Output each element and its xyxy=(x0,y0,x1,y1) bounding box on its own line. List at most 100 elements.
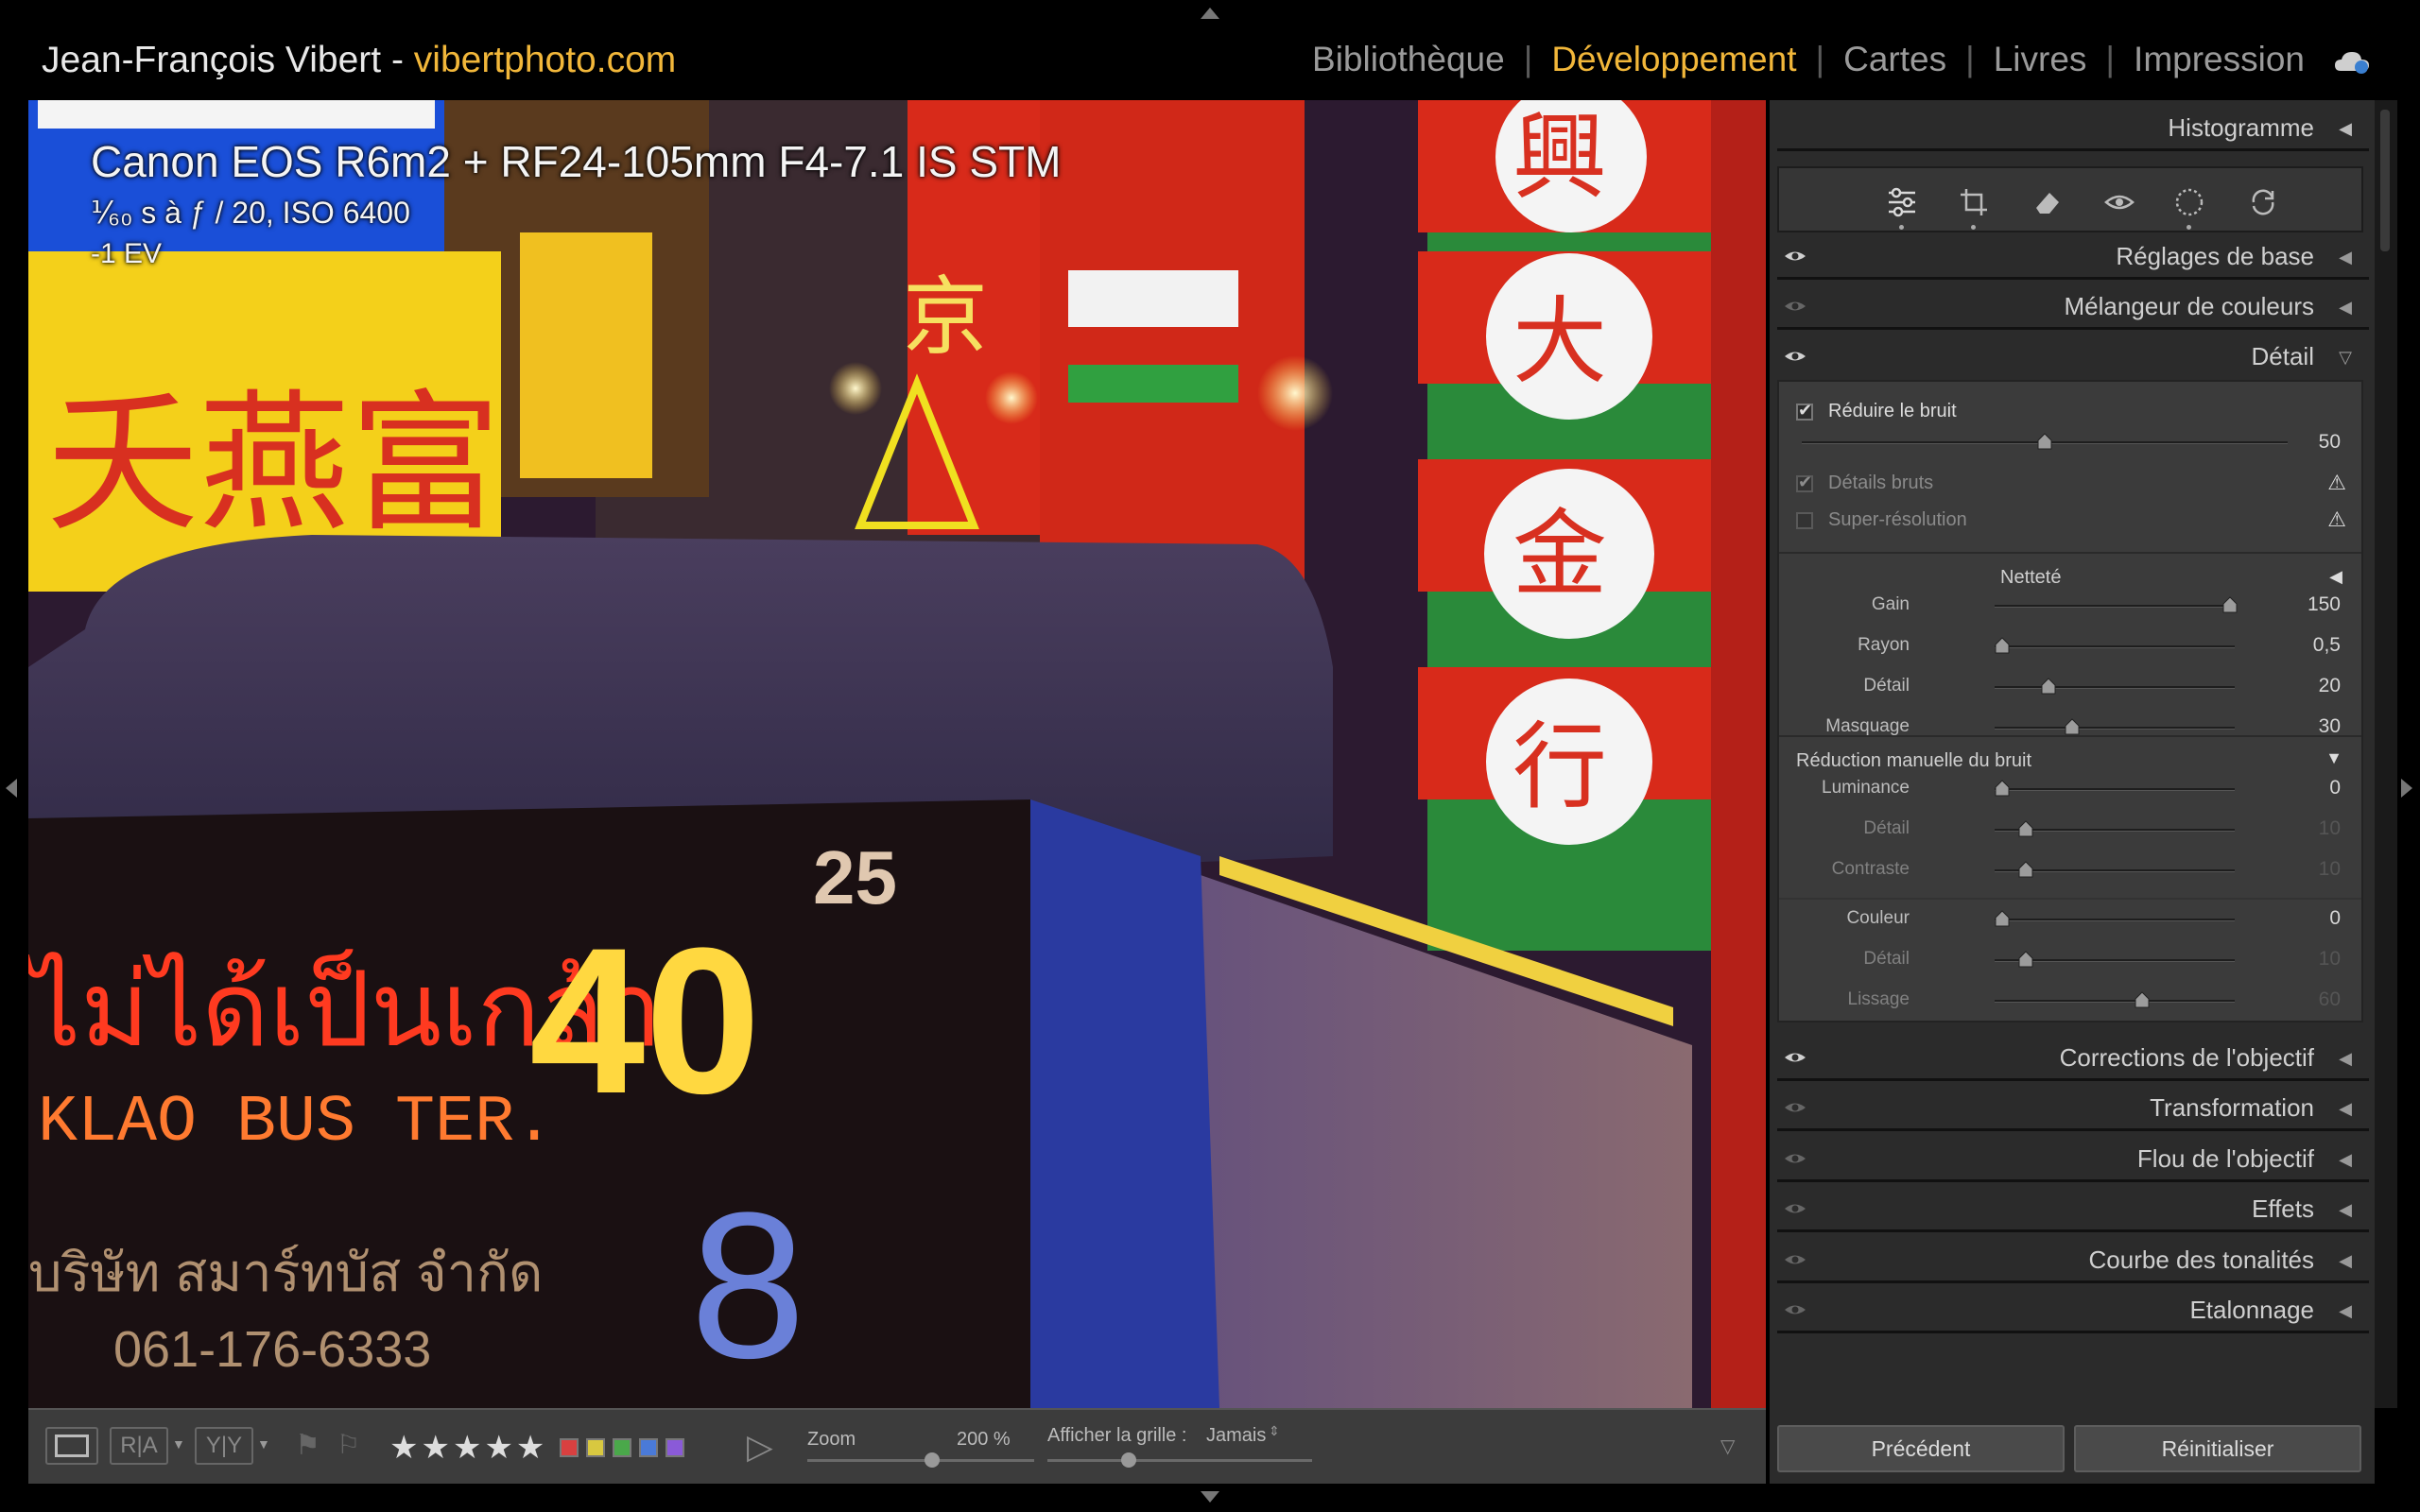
eye-icon[interactable] xyxy=(1783,344,1807,369)
luminance-nr-slider-thumb[interactable] xyxy=(1995,780,2010,797)
warning-icon[interactable]: ⚠ xyxy=(2327,507,2346,532)
color-nr-value[interactable]: 10 xyxy=(2265,948,2341,971)
color-nr-slider-thumb[interactable] xyxy=(2018,951,2033,968)
module-print[interactable]: Impression xyxy=(2134,40,2305,79)
denoise-value[interactable]: 50 xyxy=(2265,431,2341,454)
sharpening-slider-thumb[interactable] xyxy=(2222,596,2238,613)
sharpening-slider-thumb[interactable] xyxy=(2065,718,2080,735)
section-effects[interactable]: Effets ◀ xyxy=(1770,1185,2375,1234)
scrollbar-thumb[interactable] xyxy=(2380,110,2390,251)
luminance-nr-slider-track[interactable] xyxy=(1995,820,2235,837)
sharpening-slider-thumb[interactable] xyxy=(2041,678,2056,695)
sharpening-slider-track[interactable] xyxy=(1995,678,2235,695)
luminance-nr-slider-track[interactable] xyxy=(1995,780,2235,797)
section-basic[interactable]: Réglages de base ◀ xyxy=(1770,232,2375,282)
chevron-down-icon[interactable]: ▼ xyxy=(172,1436,185,1452)
module-book[interactable]: Livres xyxy=(1994,40,2087,79)
sharpening-value[interactable]: 0,5 xyxy=(2265,634,2341,657)
sharpening-slider-track[interactable] xyxy=(1995,637,2235,654)
luminance-nr-value[interactable]: 10 xyxy=(2265,858,2341,881)
section-detail[interactable]: Détail ▽ xyxy=(1770,333,2375,382)
crop-icon[interactable] xyxy=(1957,185,1991,230)
sharpening-slider-track[interactable] xyxy=(1995,596,2238,613)
luminance-nr-slider-thumb[interactable] xyxy=(2018,820,2033,837)
super-resolution-row[interactable]: Super-résolution xyxy=(1796,509,1967,531)
super-resolution-checkbox[interactable] xyxy=(1796,511,1813,529)
section-color-mixer[interactable]: Mélangeur de couleurs ◀ xyxy=(1770,283,2375,332)
grid-size-slider-thumb[interactable] xyxy=(1121,1452,1136,1468)
color-label-red[interactable] xyxy=(560,1438,579,1457)
bottom-panel-toggle-icon[interactable] xyxy=(1201,1491,1219,1503)
color-nr-slider-thumb[interactable] xyxy=(2135,991,2150,1008)
reset-button[interactable]: Réinitialiser xyxy=(2074,1425,2361,1472)
before-after-lr-button[interactable]: R|A xyxy=(110,1427,168,1465)
eraser-icon[interactable] xyxy=(2031,185,2065,219)
edit-sliders-icon[interactable] xyxy=(1885,185,1919,230)
eye-icon[interactable] xyxy=(1783,1146,1807,1171)
sharpening-slider-track[interactable] xyxy=(1995,718,2235,735)
flag-icon[interactable]: ⚑ xyxy=(295,1429,320,1462)
color-label-yellow[interactable] xyxy=(586,1438,605,1457)
manual-nr-expand-icon[interactable]: ▼ xyxy=(2325,748,2342,768)
color-nr-slider-track[interactable] xyxy=(1995,910,2235,927)
luminance-nr-slider-thumb[interactable] xyxy=(2018,861,2033,878)
previous-button[interactable]: Précédent xyxy=(1777,1425,2065,1472)
loupe-view-button[interactable] xyxy=(45,1427,98,1465)
color-nr-slider-track[interactable] xyxy=(1995,951,2235,968)
photo-preview[interactable]: 夭燕富 京 興 大 金 行 ไม่ได้เป็นเกล้า 40 KLAO BU… xyxy=(28,100,1766,1408)
masking-icon[interactable] xyxy=(2172,185,2206,230)
module-develop[interactable]: Développement xyxy=(1551,40,1796,79)
section-transform[interactable]: Transformation ◀ xyxy=(1770,1084,2375,1133)
eye-icon[interactable] xyxy=(1783,294,1807,318)
sharpening-value[interactable]: 20 xyxy=(2265,675,2341,697)
color-nr-value[interactable]: 0 xyxy=(2265,907,2341,930)
color-label-green[interactable] xyxy=(613,1438,631,1457)
raw-details-checkbox[interactable] xyxy=(1796,472,1813,492)
right-panel-scrollbar[interactable] xyxy=(2375,100,2397,1408)
color-nr-slider-thumb[interactable] xyxy=(1995,910,2010,927)
sharpening-slider-thumb[interactable] xyxy=(1995,637,2010,654)
red-eye-icon[interactable] xyxy=(2102,185,2136,219)
top-panel-toggle-icon[interactable] xyxy=(1201,8,1219,19)
grid-select[interactable]: Jamais xyxy=(1206,1425,1266,1447)
cloud-sync-icon[interactable] xyxy=(2333,45,2371,74)
luminance-nr-slider-track[interactable] xyxy=(1995,861,2235,878)
section-color-grading[interactable]: Etalonnage ◀ xyxy=(1770,1286,2375,1335)
grid-size-slider-track[interactable] xyxy=(1047,1459,1312,1462)
right-panel-toggle-icon[interactable] xyxy=(2401,779,2412,798)
slideshow-play-icon[interactable]: ▷ xyxy=(747,1427,773,1467)
denoise-slider-track[interactable] xyxy=(1802,433,2288,450)
eye-icon[interactable] xyxy=(1783,1247,1807,1272)
reset-sync-icon[interactable] xyxy=(2246,185,2280,219)
zoom-slider-thumb[interactable] xyxy=(925,1452,940,1468)
color-nr-value[interactable]: 60 xyxy=(2265,988,2341,1011)
color-label-purple[interactable] xyxy=(666,1438,684,1457)
section-lens-corrections[interactable]: Corrections de l'objectif ◀ xyxy=(1770,1034,2375,1083)
sharpening-value[interactable]: 150 xyxy=(2265,593,2341,616)
raw-details-row[interactable]: Détails bruts xyxy=(1796,472,1933,494)
luminance-nr-value[interactable]: 10 xyxy=(2265,817,2341,840)
denoise-checkbox-row[interactable]: Réduire le bruit xyxy=(1796,401,1957,422)
denoise-checkbox[interactable] xyxy=(1796,401,1813,421)
denoise-slider-thumb[interactable] xyxy=(2037,433,2052,450)
eye-icon[interactable] xyxy=(1783,1095,1807,1120)
left-panel-toggle-icon[interactable] xyxy=(6,779,17,798)
zoom-slider-track[interactable] xyxy=(807,1459,1034,1462)
chevron-down-icon[interactable]: ▼ xyxy=(257,1436,270,1452)
module-map[interactable]: Cartes xyxy=(1843,40,1946,79)
module-library[interactable]: Bibliothèque xyxy=(1312,40,1505,79)
section-tone-curve[interactable]: Courbe des tonalités ◀ xyxy=(1770,1236,2375,1285)
section-lens-blur[interactable]: Flou de l'objectif ◀ xyxy=(1770,1135,2375,1184)
eye-icon[interactable] xyxy=(1783,1045,1807,1070)
luminance-nr-value[interactable]: 0 xyxy=(2265,777,2341,799)
color-nr-slider-track[interactable] xyxy=(1995,991,2235,1008)
star-rating[interactable]: ★★★★★ xyxy=(389,1429,547,1467)
warning-icon[interactable]: ⚠ xyxy=(2327,471,2346,495)
eye-icon[interactable] xyxy=(1783,1297,1807,1322)
color-label-blue[interactable] xyxy=(639,1438,658,1457)
eye-icon[interactable] xyxy=(1783,244,1807,268)
select-arrows-icon[interactable]: ⇕ xyxy=(1269,1423,1280,1439)
sharpening-preview-arrow-icon[interactable]: ◀ xyxy=(2329,567,2342,587)
before-after-tb-button[interactable]: Y|Y xyxy=(195,1427,253,1465)
histogram-header[interactable]: Histogramme ◀ xyxy=(1770,104,2375,153)
